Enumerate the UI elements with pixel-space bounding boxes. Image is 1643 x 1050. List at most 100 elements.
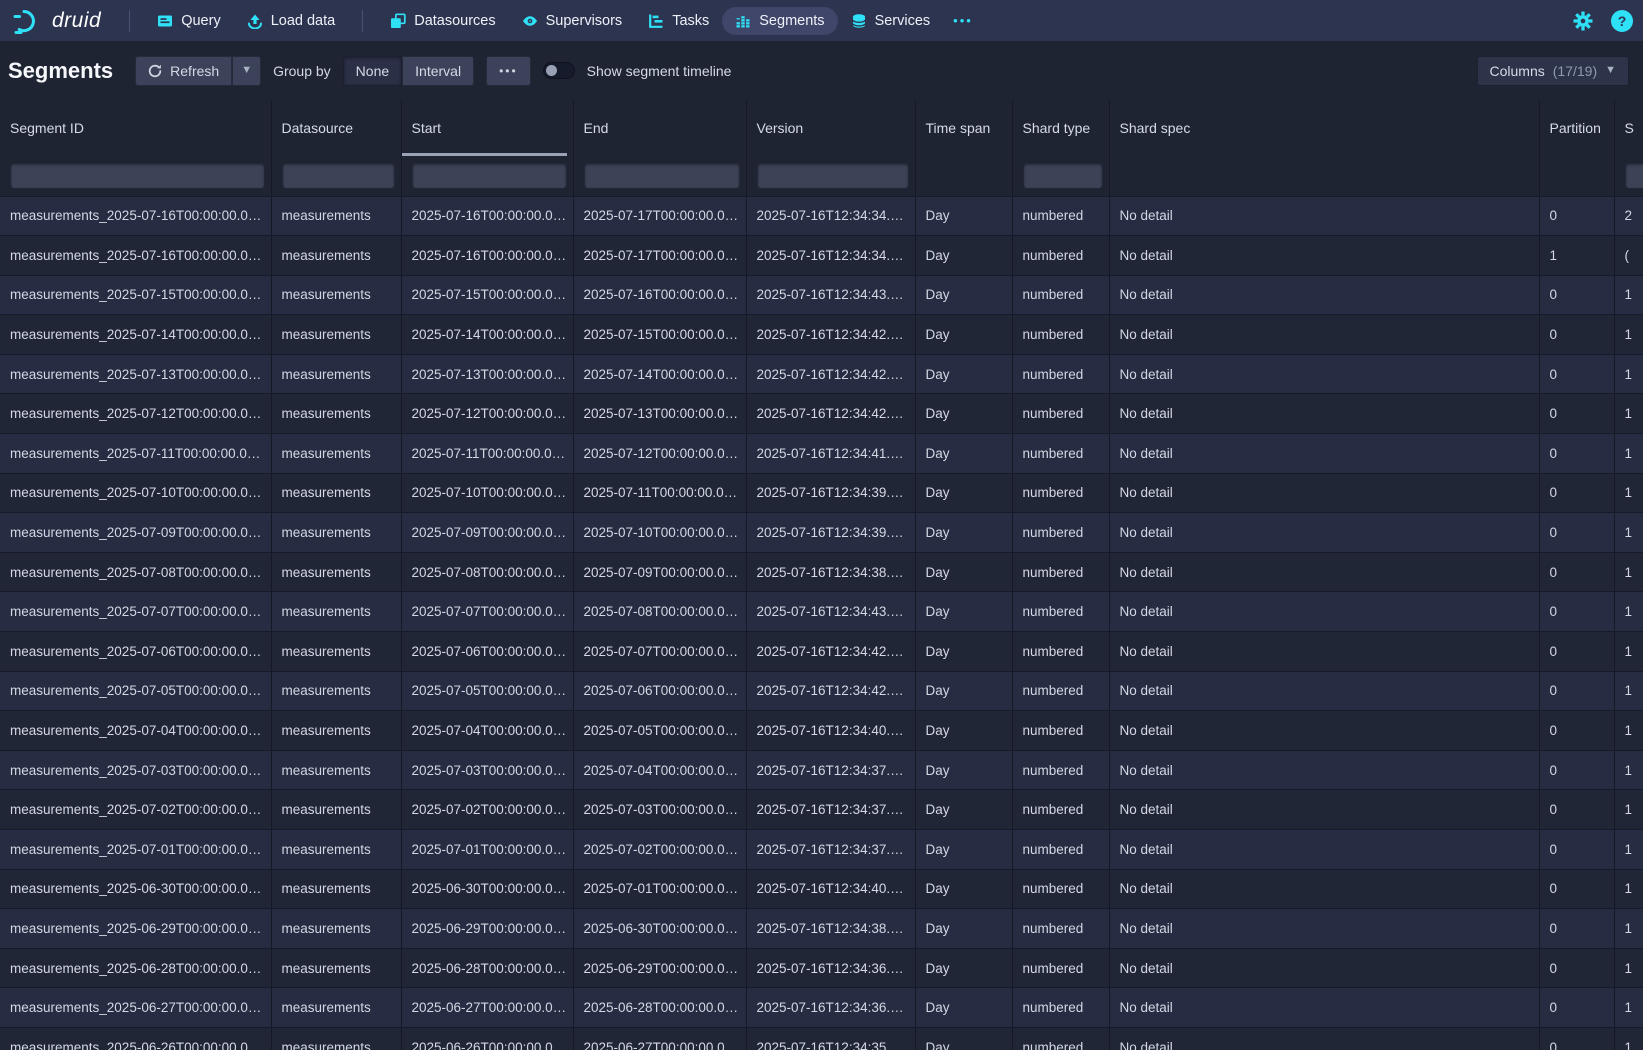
cell-datasource[interactable]: measurements [271,196,401,236]
cell-start[interactable]: 2025-07-03T00:00:00.000Z [401,750,573,790]
cell-time_span[interactable]: Day [915,1027,1012,1050]
cell-partition[interactable]: 0 [1539,1027,1614,1050]
cell-datasource[interactable]: measurements [271,750,401,790]
cell-shard_spec[interactable]: No detail [1109,592,1539,632]
cell-shard_type[interactable]: numbered [1012,711,1109,751]
cell-datasource[interactable]: measurements [271,275,401,315]
cell-time_span[interactable]: Day [915,394,1012,434]
cell-version[interactable]: 2025-07-16T12:34:43.157Z [746,275,915,315]
cell-start[interactable]: 2025-07-08T00:00:00.000Z [401,552,573,592]
cell-shard_type[interactable]: numbered [1012,315,1109,355]
filter-input-start[interactable] [412,163,567,189]
cell-shard_spec[interactable]: No detail [1109,473,1539,513]
cell-shard_type[interactable]: numbered [1012,790,1109,830]
cell-partition[interactable]: 0 [1539,552,1614,592]
cell-time_span[interactable]: Day [915,552,1012,592]
cell-end[interactable]: 2025-06-29T00:00:00.000Z [573,948,746,988]
cell-version[interactable]: 2025-07-16T12:34:36.823Z [746,948,915,988]
cell-version[interactable]: 2025-07-16T12:34:42.944Z [746,632,915,672]
cell-partition[interactable]: 0 [1539,830,1614,870]
toolbar-more-button[interactable]: ••• [486,56,531,86]
cell-version[interactable]: 2025-07-16T12:34:40.344Z [746,869,915,909]
cell-shard_type[interactable]: numbered [1012,552,1109,592]
cell-time_span[interactable]: Day [915,948,1012,988]
cell-end[interactable]: 2025-07-17T00:00:00.000Z [573,196,746,236]
cell-datasource[interactable]: measurements [271,869,401,909]
cell-start[interactable]: 2025-07-16T00:00:00.000Z [401,236,573,276]
cell-datasource[interactable]: measurements [271,830,401,870]
cell-segment_id[interactable]: measurements_2025-07-02T00:00:00.000Z... [0,790,271,830]
cell-size[interactable]: 1 [1614,592,1643,632]
cell-end[interactable]: 2025-07-05T00:00:00.000Z [573,711,746,751]
cell-size[interactable]: 1 [1614,711,1643,751]
nav-item-load-data[interactable]: Load data [234,7,349,35]
cell-segment_id[interactable]: measurements_2025-07-14T00:00:00.000Z... [0,315,271,355]
cell-end[interactable]: 2025-07-12T00:00:00.000Z [573,434,746,474]
cell-shard_spec[interactable]: No detail [1109,671,1539,711]
cell-version[interactable]: 2025-07-16T12:34:37.963Z [746,750,915,790]
filter-input-end[interactable] [584,163,740,189]
cell-time_span[interactable]: Day [915,275,1012,315]
cell-partition[interactable]: 0 [1539,315,1614,355]
cell-segment_id[interactable]: measurements_2025-06-26T00:00:00.000Z... [0,1027,271,1050]
cell-size[interactable]: 1 [1614,790,1643,830]
cell-version[interactable]: 2025-07-16T12:34:42.287Z [746,354,915,394]
cell-size[interactable]: 1 [1614,552,1643,592]
cell-shard_spec[interactable]: No detail [1109,830,1539,870]
cell-segment_id[interactable]: measurements_2025-07-07T00:00:00.000Z... [0,592,271,632]
column-header-partition[interactable]: Partition [1539,100,1614,156]
column-header-time_span[interactable]: Time span [915,100,1012,156]
cell-shard_spec[interactable]: No detail [1109,632,1539,672]
cell-shard_type[interactable]: numbered [1012,988,1109,1028]
cell-size[interactable]: 1 [1614,830,1643,870]
cell-end[interactable]: 2025-07-15T00:00:00.000Z [573,315,746,355]
cell-size[interactable]: 1 [1614,869,1643,909]
cell-end[interactable]: 2025-07-10T00:00:00.000Z [573,513,746,553]
cell-shard_type[interactable]: numbered [1012,632,1109,672]
cell-segment_id[interactable]: measurements_2025-06-28T00:00:00.000Z... [0,948,271,988]
cell-partition[interactable]: 1 [1539,236,1614,276]
column-header-shard_type[interactable]: Shard type [1012,100,1109,156]
cell-end[interactable]: 2025-06-28T00:00:00.000Z [573,988,746,1028]
nav-more-button[interactable]: ••• [943,7,983,34]
cell-segment_id[interactable]: measurements_2025-07-08T00:00:00.000Z... [0,552,271,592]
cell-start[interactable]: 2025-07-09T00:00:00.000Z [401,513,573,553]
cell-size[interactable]: 1 [1614,473,1643,513]
column-header-datasource[interactable]: Datasource [271,100,401,156]
cell-shard_type[interactable]: numbered [1012,869,1109,909]
cell-shard_spec[interactable]: No detail [1109,790,1539,830]
cell-size[interactable]: ( [1614,236,1643,276]
cell-partition[interactable]: 0 [1539,473,1614,513]
cell-start[interactable]: 2025-07-02T00:00:00.000Z [401,790,573,830]
cell-start[interactable]: 2025-07-05T00:00:00.000Z [401,671,573,711]
cell-version[interactable]: 2025-07-16T12:34:39.683Z [746,473,915,513]
cell-datasource[interactable]: measurements [271,909,401,949]
group-by-interval-button[interactable]: Interval [402,56,474,86]
nav-item-supervisors[interactable]: Supervisors [509,7,636,35]
cell-time_span[interactable]: Day [915,196,1012,236]
cell-size[interactable]: 1 [1614,948,1643,988]
cell-datasource[interactable]: measurements [271,632,401,672]
cell-partition[interactable]: 0 [1539,988,1614,1028]
cell-time_span[interactable]: Day [915,909,1012,949]
cell-partition[interactable]: 0 [1539,711,1614,751]
cell-start[interactable]: 2025-07-13T00:00:00.000Z [401,354,573,394]
cell-version[interactable]: 2025-07-16T12:34:42.812Z [746,671,915,711]
cell-partition[interactable]: 0 [1539,948,1614,988]
column-header-end[interactable]: End [573,100,746,156]
cell-shard_type[interactable]: numbered [1012,592,1109,632]
cell-shard_spec[interactable]: No detail [1109,354,1539,394]
cell-shard_type[interactable]: numbered [1012,394,1109,434]
cell-time_span[interactable]: Day [915,434,1012,474]
cell-partition[interactable]: 0 [1539,394,1614,434]
cell-time_span[interactable]: Day [915,236,1012,276]
cell-start[interactable]: 2025-07-16T00:00:00.000Z [401,196,573,236]
help-icon[interactable]: ? [1611,10,1633,32]
cell-time_span[interactable]: Day [915,513,1012,553]
columns-picker-button[interactable]: Columns (17/19) ▼ [1477,56,1630,86]
nav-item-datasources[interactable]: Datasources [377,7,508,35]
cell-end[interactable]: 2025-07-04T00:00:00.000Z [573,750,746,790]
cell-size[interactable]: 1 [1614,988,1643,1028]
cell-partition[interactable]: 0 [1539,275,1614,315]
cell-start[interactable]: 2025-07-06T00:00:00.000Z [401,632,573,672]
